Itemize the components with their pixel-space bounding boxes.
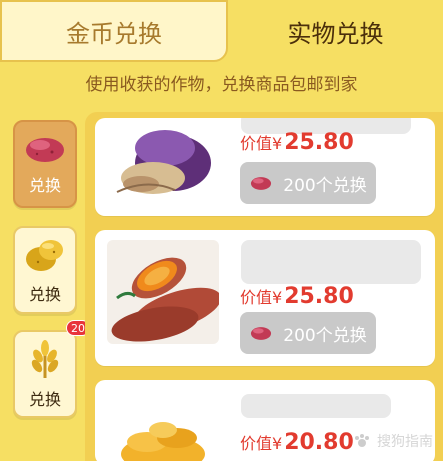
exchange-tabs: 金币兑换 实物兑换 — [0, 0, 443, 62]
sidebar-item-label: 兑换 — [28, 390, 61, 409]
page-subtitle: 使用收获的作物，兑换商品包邮到家 — [85, 75, 358, 95]
exchange-button[interactable]: 200个兑换 — [240, 312, 376, 354]
sidebar-item-label: 兑换 — [28, 176, 61, 195]
product-name-blurred — [241, 394, 391, 418]
sidebar-item-label: 兑换 — [28, 285, 61, 304]
product-value: 价值¥ 25.80 — [240, 130, 354, 155]
paw-icon — [355, 434, 369, 447]
product-image — [107, 396, 219, 461]
value-prefix: 价值¥ — [240, 434, 283, 453]
product-name-blurred — [241, 240, 421, 284]
sidebar-item-sweet-potato[interactable]: 兑换 — [13, 120, 77, 208]
wheat-icon — [31, 340, 59, 378]
potato-icon — [26, 240, 63, 271]
sidebar-item-wheat[interactable]: 兑换 — [13, 330, 77, 418]
value-prefix: 价值¥ — [240, 134, 283, 153]
product-image — [107, 240, 219, 344]
exchange-button-label: 200个兑换 — [283, 325, 367, 346]
exchange-button[interactable]: 200个兑换 — [240, 162, 376, 204]
sweet-potato-icon — [26, 138, 64, 162]
exchange-button-label: 200个兑换 — [283, 175, 367, 196]
watermark: 搜狗指南 — [353, 431, 433, 451]
value-number: 20.80 — [284, 430, 354, 455]
tab-physical-exchange[interactable]: 实物兑换 — [228, 0, 443, 62]
value-prefix: 价值¥ — [240, 288, 283, 307]
product-card[interactable]: 价值¥ 25.80 200个兑换 — [95, 118, 435, 216]
watermark-text: 搜狗指南 — [377, 434, 433, 450]
tab-physical-exchange-label: 实物兑换 — [287, 19, 384, 48]
value-number: 25.80 — [284, 130, 354, 155]
product-card[interactable]: 价值¥ 25.80 200个兑换 — [95, 230, 435, 366]
sweet-potato-icon — [251, 177, 272, 190]
product-value: 价值¥ 25.80 — [240, 284, 354, 309]
product-image — [107, 118, 219, 212]
product-value: 价值¥ 20.80 — [240, 430, 354, 455]
tab-coin-exchange-label: 金币兑换 — [66, 19, 162, 48]
sweet-potato-icon — [251, 327, 272, 340]
tab-coin-exchange[interactable]: 金币兑换 — [0, 0, 228, 62]
sidebar-item-potato[interactable]: 兑换 — [13, 226, 77, 314]
value-number: 25.80 — [284, 284, 354, 309]
